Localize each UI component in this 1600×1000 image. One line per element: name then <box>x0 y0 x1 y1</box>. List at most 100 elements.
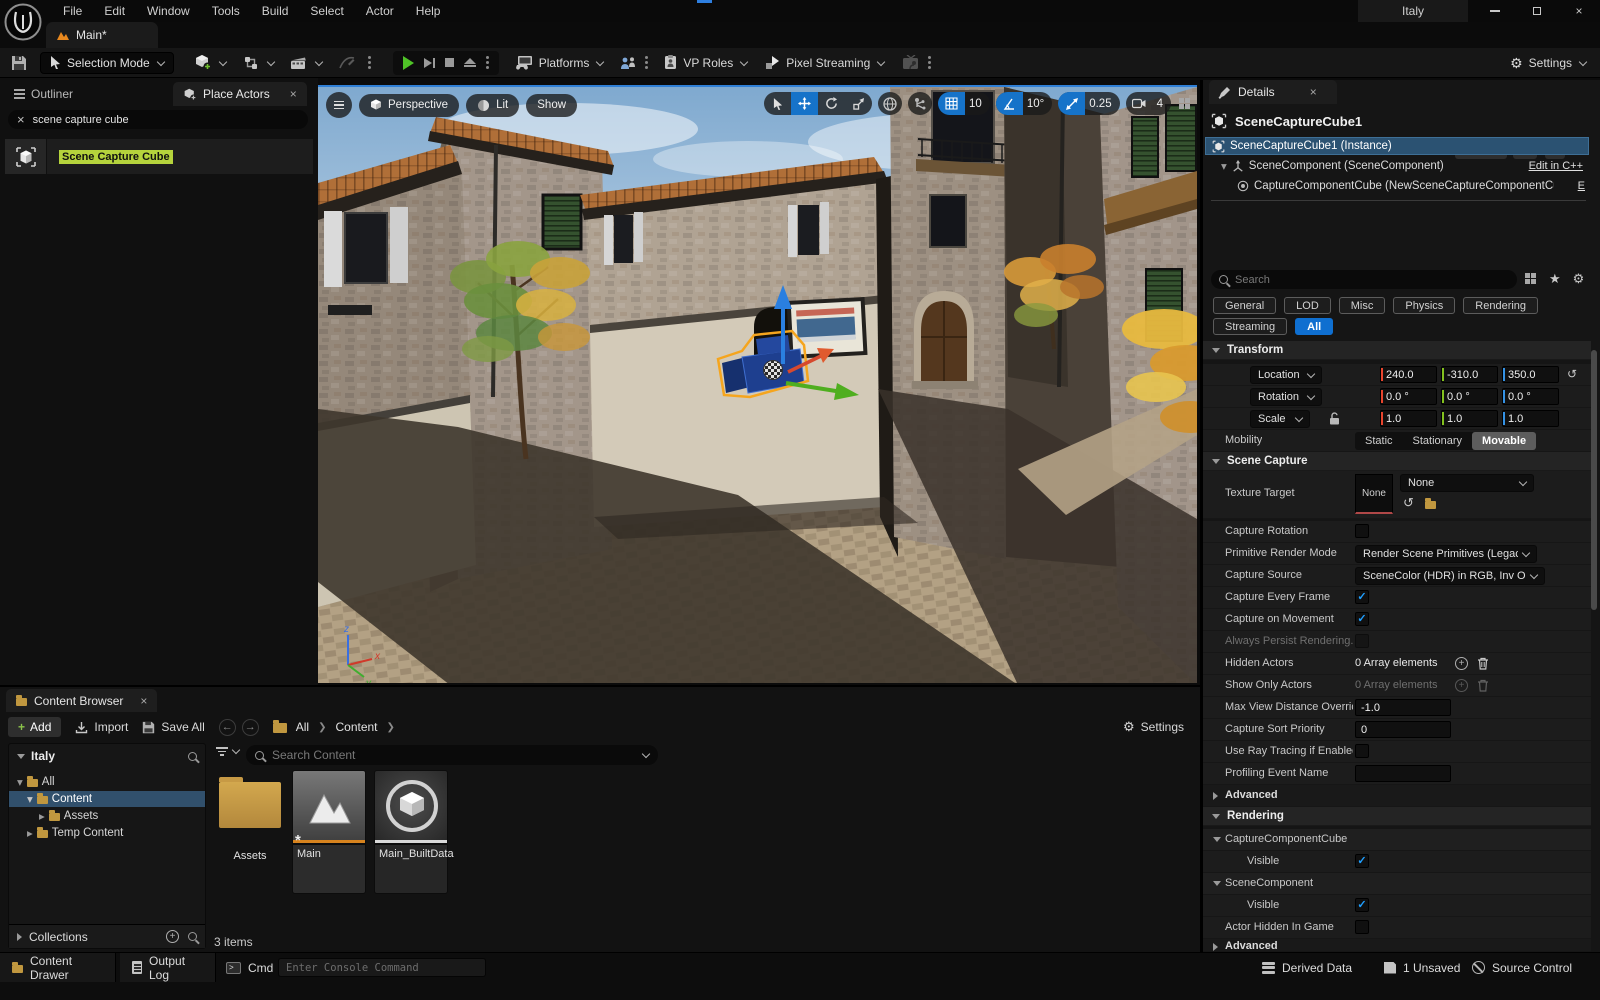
clear-search-icon[interactable]: × <box>17 112 25 127</box>
menu-edit[interactable]: Edit <box>93 4 136 18</box>
location-dropdown[interactable]: Location <box>1250 366 1322 384</box>
blueprints-icon[interactable] <box>240 51 262 75</box>
camera-speed-control[interactable]: 4 <box>1126 92 1171 115</box>
clear-array-icon[interactable] <box>1477 657 1489 670</box>
unreal-logo[interactable] <box>3 2 43 42</box>
edit-in-cpp-link[interactable]: Edit in C++ <box>1529 160 1583 172</box>
edit-link-truncated[interactable]: E <box>1578 180 1585 192</box>
section-rendering[interactable]: Rendering <box>1203 807 1591 826</box>
place-actor-item-scene-capture-cube[interactable]: Scene Capture Cube <box>4 138 314 175</box>
capture-every-frame-checkbox[interactable]: ✓ <box>1355 590 1369 604</box>
mobility-static[interactable]: Static <box>1355 435 1403 447</box>
cb-search-input[interactable] <box>272 748 602 762</box>
browse-to-asset-icon[interactable] <box>1425 498 1436 512</box>
cinematics-icon[interactable] <box>288 51 310 75</box>
display-options-icon[interactable] <box>1525 273 1537 285</box>
tree-item-all[interactable]: ▾All <box>9 774 205 790</box>
capture-source-dropdown[interactable]: SceneColor (HDR) in RGB, Inv Opacity <box>1355 567 1545 585</box>
visible-checkbox[interactable]: ✓ <box>1355 898 1369 912</box>
mobility-movable[interactable]: Movable <box>1472 432 1536 450</box>
viewport-layout-icon[interactable] <box>1179 98 1191 110</box>
use-selected-icon[interactable]: ↺ <box>1403 495 1414 511</box>
content-drawer-button[interactable]: Content Drawer <box>0 953 116 982</box>
ray-tracing-checkbox[interactable] <box>1355 744 1369 758</box>
cb-search[interactable] <box>246 745 658 765</box>
component-row-root[interactable]: SceneCaptureCube1 (Instance) <box>1205 137 1589 155</box>
close-icon[interactable]: × <box>140 694 147 708</box>
asset-tile-main-builtdata[interactable]: Main_BuiltData <box>374 770 450 894</box>
component-row-scene-component[interactable]: ▾ SceneComponent (SceneComponent) Edit i… <box>1205 157 1589 175</box>
favorites-icon[interactable]: ★ <box>1549 271 1561 287</box>
visible-checkbox[interactable]: ✓ <box>1355 854 1369 868</box>
details-scrollbar[interactable] <box>1591 350 1597 610</box>
select-tool-icon[interactable] <box>764 92 791 115</box>
scale-z-field[interactable]: 1.0 <box>1502 410 1559 427</box>
stream-tv-icon[interactable] <box>900 51 922 75</box>
curve-editor-icon[interactable] <box>336 51 358 75</box>
rotation-snap-control[interactable]: 10° <box>996 92 1052 115</box>
add-actor-icon[interactable] <box>192 51 214 75</box>
cb-filter-button[interactable] <box>216 747 239 756</box>
clear-array-icon[interactable] <box>1477 679 1489 692</box>
details-search[interactable] <box>1211 270 1517 289</box>
asset-tile-assets-folder[interactable]: Assets <box>212 770 288 862</box>
grid-snap-control[interactable]: 10 <box>938 92 990 115</box>
viewport-options-button[interactable] <box>326 92 352 118</box>
filter-physics[interactable]: Physics <box>1393 297 1455 314</box>
add-collection-icon[interactable]: + <box>166 930 179 943</box>
multi-user-icon[interactable] <box>617 51 639 75</box>
reset-location-icon[interactable]: ↺ <box>1567 367 1577 381</box>
cb-save-all-button[interactable]: Save All <box>142 720 204 734</box>
tab-main-level[interactable]: Main* <box>46 22 158 48</box>
location-z-field[interactable]: 350.0 <box>1502 366 1559 383</box>
rotate-tool-icon[interactable] <box>818 92 845 115</box>
derived-data-button[interactable]: Derived Data <box>1262 953 1352 982</box>
rotation-x-field[interactable]: 0.0 ° <box>1380 388 1437 405</box>
vp-roles-dropdown[interactable]: VP Roles <box>664 55 747 70</box>
scale-y-field[interactable]: 1.0 <box>1441 410 1498 427</box>
tab-place-actors[interactable]: Place Actors × <box>173 82 307 106</box>
toolbar-settings-dropdown[interactable]: ⚙ Settings <box>1510 48 1586 78</box>
perspective-dropdown[interactable]: Perspective <box>359 94 459 117</box>
cb-import-button[interactable]: Import <box>75 720 128 734</box>
tree-item-assets[interactable]: ▸Assets <box>9 808 205 824</box>
scale-snap-control[interactable]: 0.25 <box>1058 92 1119 115</box>
selection-mode-dropdown[interactable]: Selection Mode <box>40 52 174 74</box>
row-advanced-scene-capture[interactable]: Advanced <box>1203 785 1591 807</box>
cb-settings-dropdown[interactable]: ⚙ Settings <box>1123 714 1184 740</box>
place-actors-search-input[interactable] <box>33 114 273 126</box>
close-icon[interactable]: × <box>1310 85 1317 99</box>
unsaved-button[interactable]: 1 Unsaved <box>1384 953 1460 982</box>
menu-tools[interactable]: Tools <box>201 4 251 18</box>
row-scene-component[interactable]: SceneComponent <box>1203 873 1591 895</box>
details-search-input[interactable] <box>1235 274 1485 286</box>
scale-snap-value[interactable]: 0.25 <box>1085 98 1119 110</box>
row-advanced-rendering[interactable]: Advanced <box>1203 939 1591 952</box>
surface-snapping-icon[interactable] <box>908 92 932 115</box>
filter-rendering[interactable]: Rendering <box>1463 297 1538 314</box>
cb-add-button[interactable]: +Add <box>8 717 61 737</box>
tab-content-browser[interactable]: Content Browser × <box>6 689 157 712</box>
scale-snap-icon[interactable] <box>1058 92 1085 115</box>
angle-snap-icon[interactable] <box>996 92 1023 115</box>
section-transform[interactable]: Transform <box>1203 341 1591 360</box>
toolbar-kebab-icon[interactable] <box>368 61 371 64</box>
add-array-element-icon[interactable]: + <box>1455 679 1468 692</box>
filter-streaming[interactable]: Streaming <box>1213 318 1287 335</box>
filter-misc[interactable]: Misc <box>1339 297 1386 314</box>
tree-item-temp-content[interactable]: ▸Temp Content <box>9 825 205 841</box>
profiling-event-name-field[interactable] <box>1355 765 1451 782</box>
angle-snap-value[interactable]: 10° <box>1023 98 1052 110</box>
primitive-render-mode-dropdown[interactable]: Render Scene Primitives (Legacy) <box>1355 545 1537 563</box>
console-command-input[interactable] <box>286 962 476 974</box>
close-button[interactable]: × <box>1558 0 1600 22</box>
texture-target-dropdown[interactable]: None <box>1400 474 1534 492</box>
rotation-z-field[interactable]: 0.0 ° <box>1502 388 1559 405</box>
stop-button[interactable] <box>445 58 454 67</box>
camera-speed-value[interactable]: 4 <box>1153 98 1171 110</box>
capture-sort-priority-field[interactable]: 0 <box>1355 721 1451 738</box>
max-view-distance-field[interactable]: -1.0 <box>1355 699 1451 716</box>
pixel-streaming-dropdown[interactable]: Pixel Streaming <box>765 55 884 70</box>
rotation-y-field[interactable]: 0.0 ° <box>1441 388 1498 405</box>
minimize-button[interactable] <box>1474 0 1516 22</box>
